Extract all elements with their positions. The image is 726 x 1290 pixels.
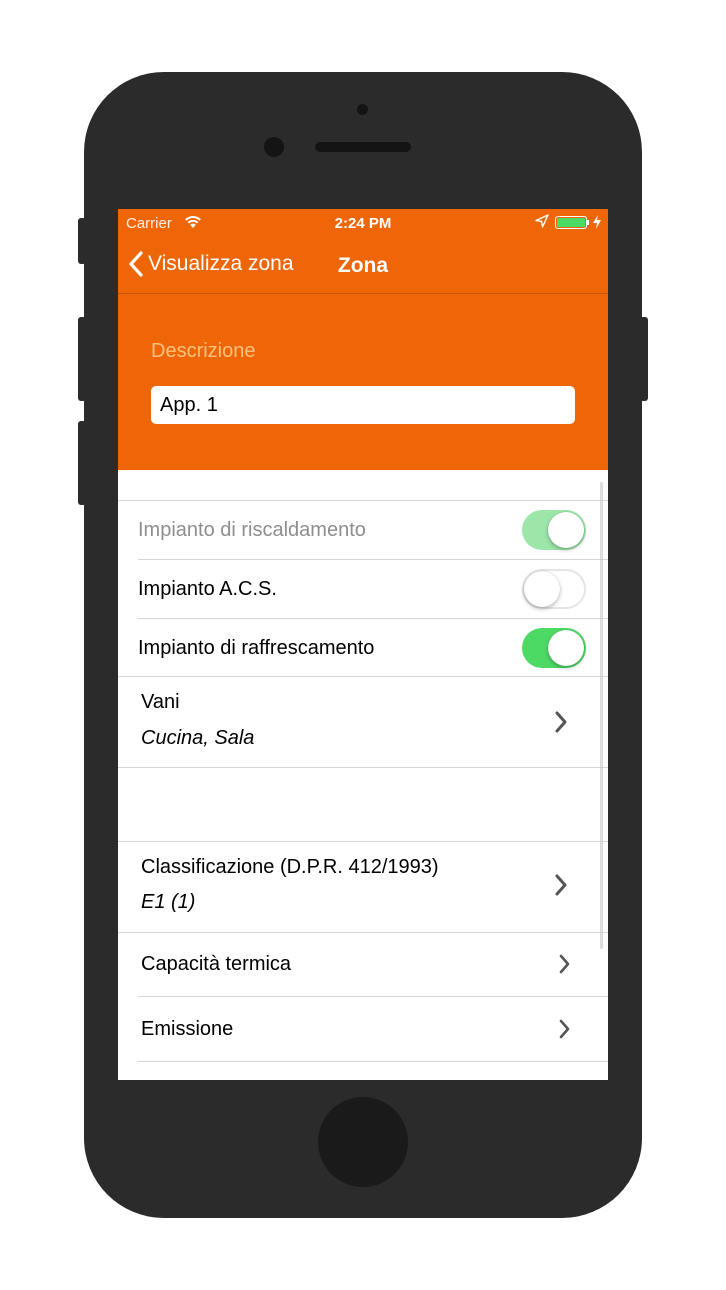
battery-tip (587, 220, 589, 225)
classificazione-title: Classificazione (D.P.R. 412/1993) (141, 856, 439, 878)
emissione-label: Emissione (141, 1018, 234, 1040)
status-bar: Carrier 2:24 PM (118, 209, 608, 237)
chevron-right-icon (559, 954, 570, 974)
vani-title: Vani (141, 691, 180, 713)
divider (138, 1061, 608, 1062)
classificazione-value: E1 (1) (141, 891, 196, 913)
toggle-label: Impianto di raffrescamento (138, 637, 375, 659)
home-button[interactable] (318, 1097, 408, 1187)
earpiece-speaker (315, 142, 411, 152)
location-icon (535, 214, 549, 228)
emissione-row[interactable]: Emissione (118, 997, 608, 1061)
toggle-row-riscaldamento: Impianto di riscaldamento (118, 501, 608, 559)
page-title: Zona (337, 254, 389, 277)
description-input[interactable] (151, 386, 575, 424)
scroll-indicator[interactable] (600, 482, 603, 949)
toggle-row-acs: Impianto A.C.S. (118, 560, 608, 618)
screen: Carrier 2:24 PM Visualizza zona Zona Des… (118, 209, 608, 1080)
navigation-bar: Visualizza zona Zona (118, 237, 608, 294)
acs-switch[interactable] (522, 569, 586, 609)
battery-icon (555, 216, 587, 229)
divider (118, 767, 608, 768)
vani-value: Cucina, Sala (141, 727, 255, 749)
back-label: Visualizza zona (148, 252, 294, 275)
toggle-label: Impianto di riscaldamento (138, 519, 366, 541)
classificazione-row[interactable]: Classificazione (D.P.R. 412/1993) E1 (1) (118, 842, 608, 932)
capacita-termica-label: Capacità termica (141, 953, 292, 975)
back-button[interactable]: Visualizza zona (128, 249, 294, 279)
chevron-right-icon (559, 1019, 570, 1039)
front-camera (264, 137, 284, 157)
cooling-switch[interactable] (522, 628, 586, 668)
chevron-right-icon (555, 874, 567, 896)
description-label: Descrizione (151, 340, 256, 362)
toggle-label: Impianto A.C.S. (138, 578, 277, 600)
toggle-row-raffrescamento: Impianto di raffrescamento (118, 619, 608, 676)
charging-icon (593, 215, 601, 229)
chevron-left-icon (129, 251, 143, 277)
capacita-termica-row[interactable]: Capacità termica (118, 933, 608, 996)
vani-row[interactable]: Vani Cucina, Sala (118, 677, 608, 767)
heating-switch[interactable] (522, 510, 586, 550)
proximity-sensor (357, 104, 368, 115)
chevron-right-icon (555, 711, 567, 733)
